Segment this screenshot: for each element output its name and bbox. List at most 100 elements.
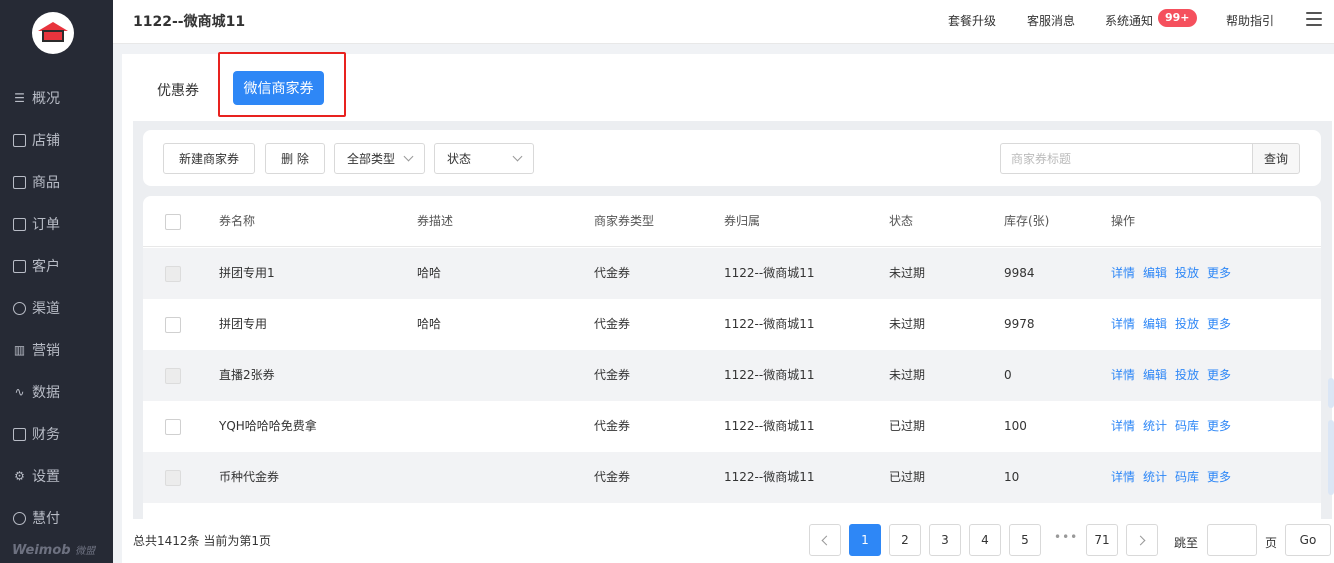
- row-checkbox[interactable]: [165, 470, 181, 486]
- tab-coupon[interactable]: 优惠券: [157, 80, 199, 100]
- distribute-link[interactable]: 投放: [1175, 368, 1199, 382]
- sidebar-item-data[interactable]: ∿ 数据: [0, 378, 113, 406]
- toolbar: 新建商家券 删 除 全部类型 状态 查询: [143, 130, 1321, 186]
- overview-icon: ☰: [14, 91, 25, 105]
- coupon-owner: 1122--微商城11: [724, 317, 815, 331]
- chevron-down-icon: [512, 151, 523, 162]
- page-button[interactable]: 4: [969, 524, 1001, 556]
- table-row: 币种代金券 代金券 1122--微商城11 已过期 10 详情 统计 码库 更多: [143, 452, 1321, 503]
- sidebar-item-marketing[interactable]: ▥ 营销: [0, 336, 113, 364]
- type-select[interactable]: 全部类型: [334, 143, 425, 174]
- sidebar-item-label: 数据: [32, 385, 60, 401]
- detail-link[interactable]: 详情: [1111, 317, 1135, 331]
- coupon-status: 已过期: [889, 419, 926, 433]
- store-logo[interactable]: [32, 12, 74, 54]
- coupon-stock: 10: [1004, 470, 1020, 484]
- edit-link[interactable]: 编辑: [1143, 317, 1167, 331]
- delete-button[interactable]: 删 除: [265, 143, 325, 174]
- search-button[interactable]: 查询: [1252, 143, 1300, 174]
- help-guide-link[interactable]: 帮助指引: [1226, 12, 1274, 29]
- content-area: 新建商家券 删 除 全部类型 状态 查询 券名称 券描述 商家券类型 券归属 状…: [133, 121, 1332, 519]
- more-link[interactable]: 更多: [1207, 266, 1231, 280]
- detail-link[interactable]: 详情: [1111, 266, 1135, 280]
- sidebar-item-finance[interactable]: 财务: [0, 420, 113, 448]
- code-library-link[interactable]: 码库: [1175, 470, 1199, 484]
- sidebar-item-order[interactable]: 订单: [0, 210, 113, 238]
- jump-page-input[interactable]: [1207, 524, 1257, 556]
- type-select-value: 全部类型: [347, 152, 396, 166]
- page-button-current[interactable]: 1: [849, 524, 881, 556]
- edit-link[interactable]: 编辑: [1143, 266, 1167, 280]
- sidebar-item-customer[interactable]: 客户: [0, 252, 113, 280]
- row-actions: 详情 编辑 投放 更多: [1111, 350, 1239, 401]
- next-page-button[interactable]: [1126, 524, 1158, 556]
- prev-page-button[interactable]: [809, 524, 841, 556]
- sidebar-item-pay[interactable]: 慧付: [0, 504, 113, 532]
- row-checkbox[interactable]: [165, 419, 181, 435]
- row-checkbox[interactable]: [165, 317, 181, 333]
- coupon-name: YQH哈哈哈免费拿: [219, 419, 317, 433]
- page-button[interactable]: 5: [1009, 524, 1041, 556]
- more-link[interactable]: 更多: [1207, 317, 1231, 331]
- coupon-name: 拼团专用: [219, 317, 268, 331]
- channel-icon: [13, 301, 26, 315]
- more-link[interactable]: 更多: [1207, 368, 1231, 382]
- go-button[interactable]: Go: [1285, 524, 1331, 556]
- edit-link[interactable]: 编辑: [1143, 368, 1167, 382]
- coupon-owner: 1122--微商城11: [724, 266, 815, 280]
- stats-link[interactable]: 统计: [1143, 470, 1167, 484]
- sidebar-item-goods[interactable]: 商品: [0, 168, 113, 196]
- sidebar-item-label: 渠道: [32, 301, 60, 317]
- plan-upgrade-link[interactable]: 套餐升级: [948, 12, 996, 29]
- system-notice-link[interactable]: 系统通知: [1105, 12, 1153, 29]
- coupon-type: 代金券: [594, 317, 631, 331]
- sidebar-item-label: 订单: [32, 217, 60, 233]
- page-button[interactable]: 3: [929, 524, 961, 556]
- table-header: 券名称 券描述 商家券类型 券归属 状态 库存(张) 操作: [143, 196, 1321, 247]
- distribute-link[interactable]: 投放: [1175, 317, 1199, 331]
- coupon-name: 直播2张券: [219, 368, 275, 382]
- shop-logo-icon: [38, 22, 68, 44]
- row-checkbox[interactable]: [165, 266, 181, 282]
- customer-service-link[interactable]: 客服消息: [1027, 12, 1075, 29]
- detail-link[interactable]: 详情: [1111, 470, 1135, 484]
- coupon-stock: 100: [1004, 419, 1027, 433]
- status-select[interactable]: 状态: [434, 143, 534, 174]
- table-row: 拼团专用 哈哈 代金券 1122--微商城11 未过期 9978 详情 编辑 投放更…: [143, 299, 1321, 350]
- column-header: 券描述: [417, 214, 454, 228]
- hamburger-menu-icon[interactable]: [1306, 12, 1322, 26]
- marketing-icon: ▥: [13, 343, 26, 357]
- more-link[interactable]: 更多: [1207, 470, 1231, 484]
- distribute-link[interactable]: 投放: [1175, 266, 1199, 280]
- row-actions: 详情 编辑 投放 更多: [1111, 299, 1239, 350]
- notification-badge: 99+: [1158, 9, 1197, 27]
- coupon-name: 币种代金券: [219, 470, 280, 484]
- row-checkbox[interactable]: [165, 368, 181, 384]
- page-button[interactable]: 2: [889, 524, 921, 556]
- tab-merchant-coupon[interactable]: 微信商家券: [233, 71, 324, 105]
- sidebar-item-settings[interactable]: ⚙ 设置: [0, 462, 113, 490]
- table-row: 拼团专用1 哈哈 代金券 1122--微商城11 未过期 9984 详情 编辑 投放…: [143, 248, 1321, 299]
- data-icon: ∿: [14, 385, 25, 399]
- detail-link[interactable]: 详情: [1111, 419, 1135, 433]
- pagination-ellipsis[interactable]: •••: [1054, 530, 1078, 544]
- select-all-checkbox[interactable]: [165, 214, 181, 230]
- sidebar-item-label: 商品: [32, 175, 60, 191]
- chevron-down-icon: [403, 151, 414, 162]
- row-actions: 详情 统计 码库 更多: [1111, 452, 1239, 503]
- code-library-link[interactable]: 码库: [1175, 419, 1199, 433]
- search-input[interactable]: [1000, 143, 1253, 174]
- coupon-status: 未过期: [889, 368, 926, 382]
- stats-link[interactable]: 统计: [1143, 419, 1167, 433]
- sidebar-item-overview[interactable]: ☰ 概况: [0, 84, 113, 112]
- page-button-last[interactable]: 71: [1086, 524, 1118, 556]
- column-header: 状态: [889, 214, 914, 228]
- coupon-status: 未过期: [889, 266, 926, 280]
- sidebar-item-channel[interactable]: 渠道: [0, 294, 113, 322]
- order-icon: [13, 217, 26, 231]
- more-link[interactable]: 更多: [1207, 419, 1231, 433]
- sidebar-item-label: 慧付: [32, 511, 60, 527]
- sidebar-item-store[interactable]: 店铺: [0, 126, 113, 154]
- new-merchant-coupon-button[interactable]: 新建商家券: [163, 143, 255, 174]
- detail-link[interactable]: 详情: [1111, 368, 1135, 382]
